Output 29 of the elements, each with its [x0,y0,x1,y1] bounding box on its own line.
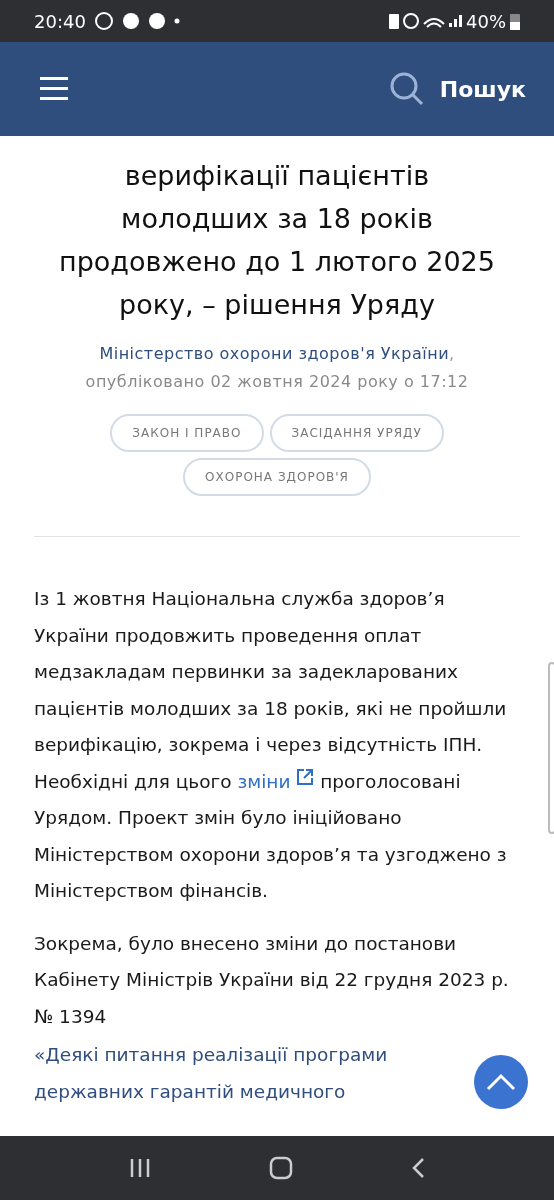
more-notifications-icon [173,18,180,24]
back-icon[interactable] [411,1157,425,1179]
article-title-line: верифікації пацієнтів [124,159,430,193]
signal-icon [449,15,462,27]
body-paragraph: Із 1 жовтня Національна служба здоров’я України продовжить проведення оплат медзакладам первинки за задекларованих пацієнтів молодших за 18 років, які не пройшли верифікацію, зокрема і через відсутність ІПН. Необхідні для цього зміни проголосовані Урядом. Проект змін було ініційовано Міністерством охорони здоров’я та узгоджено з Міністерством фінансів. [34,587,508,903]
body-paragraph: Зокрема, було внесено зміни до постанови Кабінету Міністрів України від 22 грудня 2023 р. № 1394 [34,931,510,1029]
article-title-line: молодших за 18 років [121,202,433,236]
tag-chip[interactable]: ЗАСІДАННЯ УРЯДУ [269,414,444,452]
author-separator: , [449,343,455,365]
publish-date: опубліковано 02 жовтня 2024 року о 17:12 [85,371,469,393]
article-title-line: продовжено до 1 лютого 2025 [59,245,495,279]
scroll-to-top-button[interactable] [474,1055,528,1109]
search-icon [389,72,424,106]
tag-chip[interactable]: ЗАКОН І ПРАВО [110,414,264,452]
scrollbar-handle[interactable] [548,662,554,834]
article-title-line: року, – рішення Уряду [119,288,435,322]
search-button[interactable]: Пошук [389,72,526,106]
tag-chip[interactable]: ОХОРОНА ЗДОРОВ'Я [183,458,371,496]
author-link[interactable]: Міністерство охорони здоров'я України [99,340,450,368]
status-time: 20:40 [34,9,86,34]
menu-icon[interactable] [40,76,68,102]
document-link[interactable]: «Деякі питання реалізації програми державних гарантій медичного [34,1037,434,1110]
chevron-up-icon [486,1073,516,1091]
home-icon[interactable] [269,1156,293,1180]
external-link-icon [296,767,315,786]
battery-icon [510,12,520,30]
recent-apps-icon[interactable] [129,1157,151,1179]
battery-percent: 40% [466,9,506,34]
inline-link[interactable]: зміни [237,770,291,792]
